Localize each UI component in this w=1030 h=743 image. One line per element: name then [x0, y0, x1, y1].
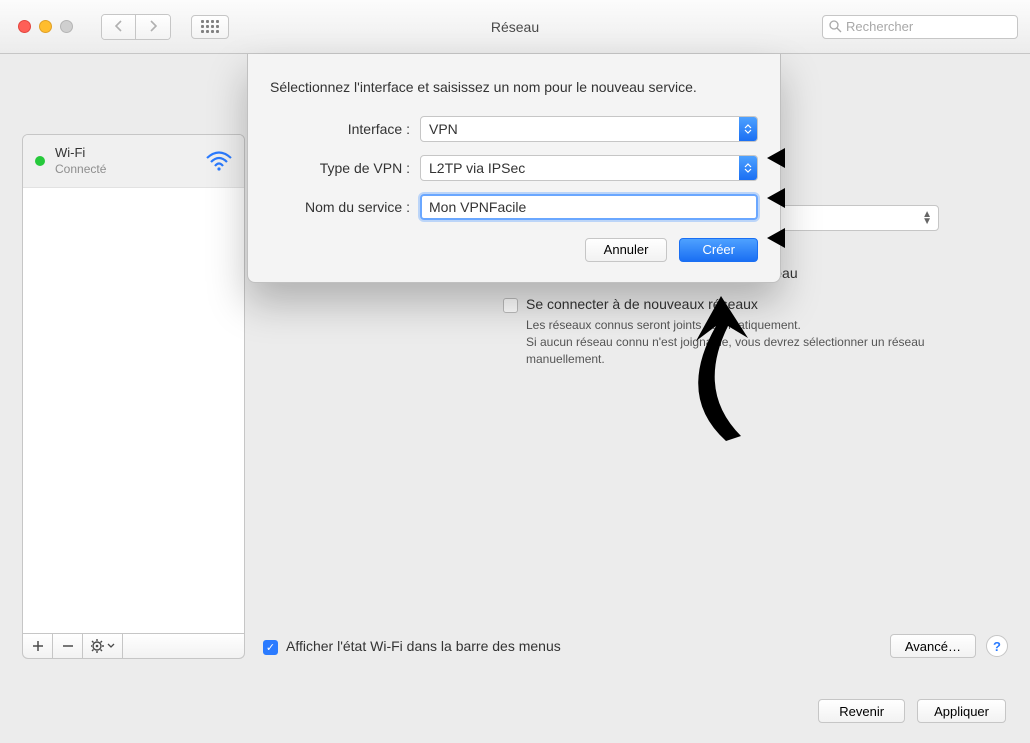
service-name-input[interactable]: Mon VPNFacile: [420, 194, 758, 220]
nav-buttons: [101, 14, 171, 40]
service-options-button[interactable]: [83, 634, 123, 658]
plus-icon: [32, 640, 44, 652]
revert-button[interactable]: Revenir: [818, 699, 905, 723]
chevron-up-down-icon: ▲▼: [922, 211, 932, 225]
vpn-type-value: L2TP via IPSec: [429, 160, 525, 176]
sidebar-item-wifi[interactable]: Wi-Fi Connecté: [23, 135, 244, 188]
help-button[interactable]: ?: [986, 635, 1008, 657]
show-all-button[interactable]: [191, 15, 229, 39]
sheet-prompt: Sélectionnez l'interface et saisissez un…: [270, 78, 758, 98]
new-service-sheet: Sélectionnez l'interface et saisissez un…: [247, 54, 781, 283]
chevron-down-icon: [107, 643, 115, 649]
cancel-button[interactable]: Annuler: [585, 238, 668, 262]
remove-service-button[interactable]: [53, 634, 83, 658]
chevron-right-icon: [149, 20, 158, 32]
sidebar-item-status: Connecté: [55, 162, 196, 178]
sidebar-toolbar: [22, 634, 245, 659]
select-stepper-icon: [739, 117, 757, 141]
advanced-button[interactable]: Avancé…: [890, 634, 976, 658]
search-placeholder: Rechercher: [846, 19, 913, 34]
minimize-window-button[interactable]: [39, 20, 52, 33]
search-input[interactable]: Rechercher: [822, 15, 1018, 39]
sidebar-list: Wi-Fi Connecté: [22, 134, 245, 634]
search-icon: [829, 20, 842, 33]
status-indicator-icon: [35, 156, 45, 166]
forward-button[interactable]: [136, 15, 170, 39]
annotation-arrow-icon: [767, 228, 785, 248]
wifi-icon: [206, 151, 232, 171]
close-window-button[interactable]: [18, 20, 31, 33]
sidebar: Wi-Fi Connecté: [22, 134, 245, 659]
window-footer: Revenir Appliquer: [818, 699, 1006, 723]
add-service-button[interactable]: [23, 634, 53, 658]
grid-icon: [201, 20, 219, 33]
vpn-type-label: Type de VPN :: [270, 160, 420, 176]
chevron-left-icon: [114, 20, 123, 32]
interface-select[interactable]: VPN: [420, 116, 758, 142]
create-button[interactable]: Créer: [679, 238, 758, 262]
select-stepper-icon: [739, 156, 757, 180]
annotation-arrow-icon: [767, 188, 785, 208]
interface-value: VPN: [429, 121, 458, 137]
window-title: Réseau: [491, 19, 539, 35]
wifi-options-section: ✓ Se connecter automatiquement à ce rése…: [503, 265, 1003, 383]
back-button[interactable]: [102, 15, 136, 39]
minus-icon: [62, 640, 74, 652]
new-networks-checkbox[interactable]: [503, 298, 518, 313]
vpn-type-select[interactable]: L2TP via IPSec: [420, 155, 758, 181]
gear-icon: [91, 639, 105, 653]
annotation-arrow-icon: [767, 148, 785, 168]
new-networks-label: Se connecter à de nouveaux réseaux: [526, 296, 758, 312]
service-name-label: Nom du service :: [270, 199, 420, 215]
apply-button[interactable]: Appliquer: [917, 699, 1006, 723]
titlebar: Réseau Rechercher: [0, 0, 1030, 54]
show-wifi-status-label: Afficher l'état Wi-Fi dans la barre des …: [286, 638, 561, 654]
service-name-value: Mon VPNFacile: [429, 199, 526, 215]
traffic-lights: [18, 20, 73, 33]
sidebar-item-name: Wi-Fi: [55, 145, 196, 162]
interface-label: Interface :: [270, 121, 420, 137]
show-wifi-status-checkbox-row: ✓ Afficher l'état Wi-Fi dans la barre de…: [263, 638, 561, 655]
show-wifi-status-checkbox[interactable]: ✓: [263, 640, 278, 655]
new-networks-help-text: Les réseaux connus seront joints automat…: [526, 317, 1003, 367]
zoom-window-button: [60, 20, 73, 33]
